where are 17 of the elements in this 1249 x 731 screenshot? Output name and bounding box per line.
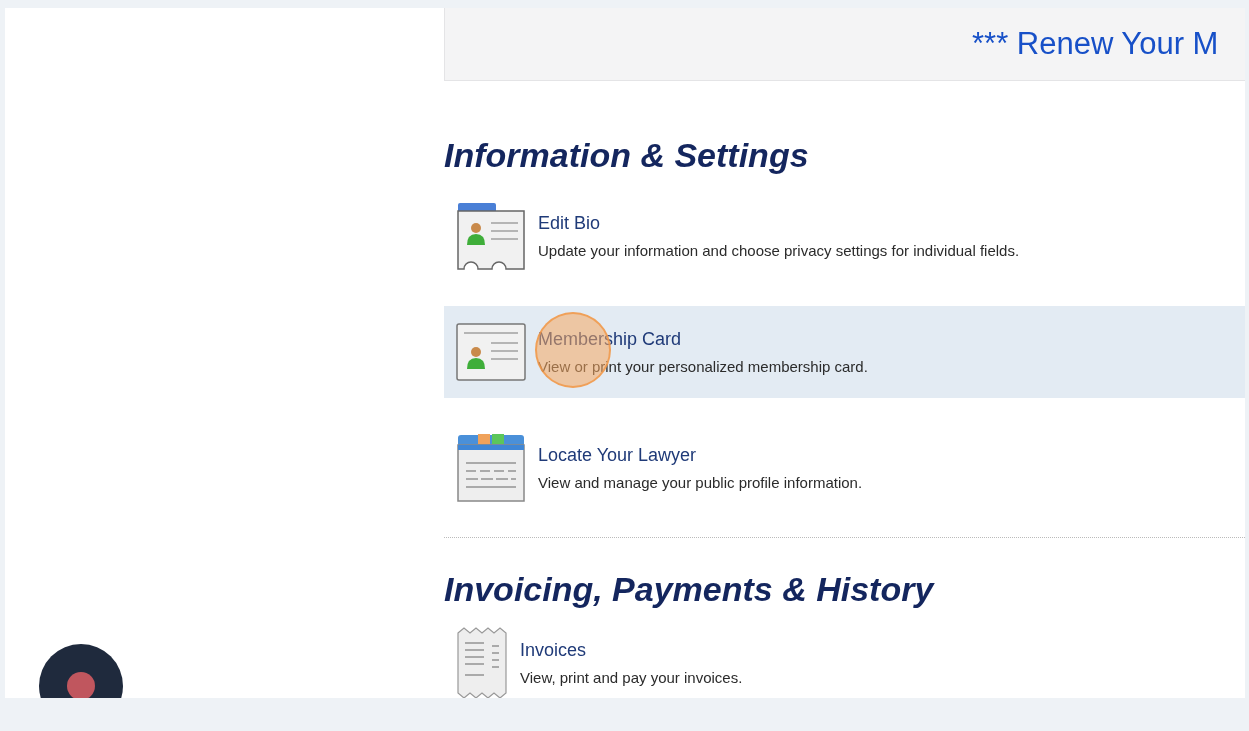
item-description: Update your information and choose privacy settings for individual fields.	[538, 242, 1020, 259]
item-title[interactable]: Edit Bio	[538, 213, 1020, 234]
menu-item[interactable]: Edit Bio Update your information and choose privacy settings for individual fields.	[444, 190, 1245, 282]
item-title[interactable]: Locate Your Lawyer	[538, 445, 863, 466]
folder-icon	[456, 433, 526, 503]
menu-item[interactable]: Locate Your Lawyer View and manage your public profile information.	[444, 422, 1245, 514]
renew-link[interactable]: *** Renew Your M	[972, 26, 1219, 62]
item-title[interactable]: Membership Card	[538, 329, 868, 350]
profile-card-icon	[456, 201, 526, 271]
menu-item[interactable]: Invoices View, print and pay your invoices.	[444, 617, 1245, 698]
section-heading: Information & Settings	[444, 135, 810, 175]
receipt-icon	[456, 627, 508, 698]
item-description: View, print and pay your invoices.	[520, 669, 743, 686]
section-heading: Invoicing, Payments & History	[444, 569, 936, 609]
item-title[interactable]: Invoices	[520, 640, 743, 661]
id-card-icon	[456, 323, 526, 381]
item-description: View and manage your public profile information.	[538, 474, 863, 491]
